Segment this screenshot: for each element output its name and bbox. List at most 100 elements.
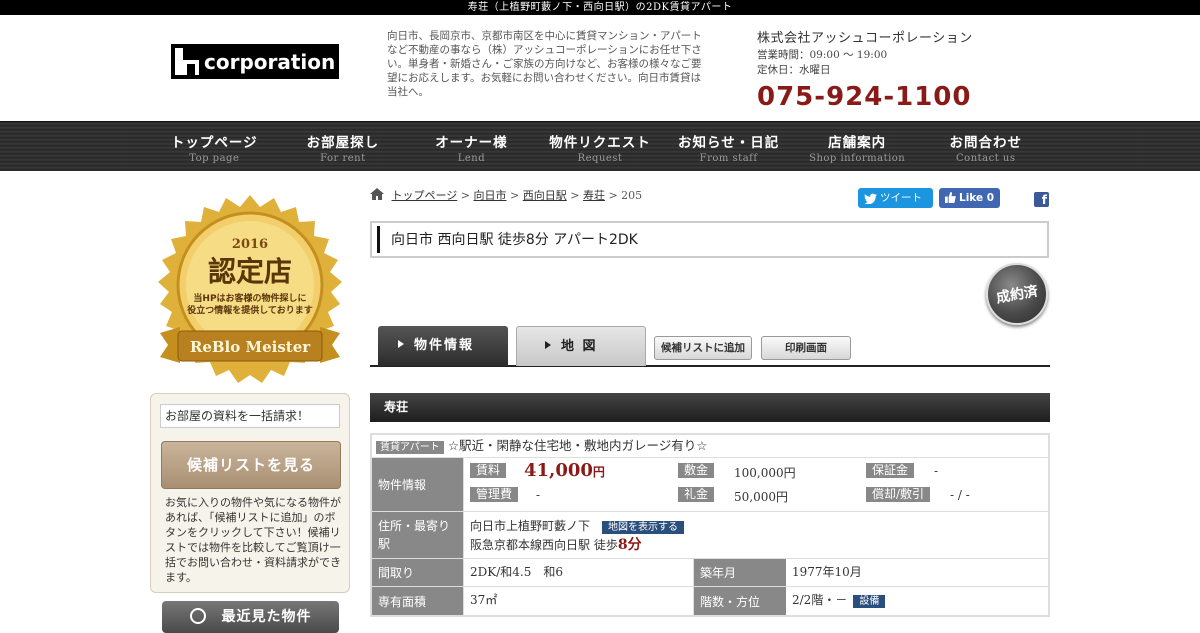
business-hours: 営業時間：09:00 ～ 19:00	[757, 49, 888, 61]
nav-for-rent[interactable]: お部屋探し For rent	[279, 122, 408, 172]
facebook-icon[interactable]: f	[1034, 192, 1049, 207]
tab-property-info[interactable]: 物件情報	[378, 326, 508, 366]
breadcrumb-station[interactable]: 西向日駅	[523, 189, 567, 202]
tab-label: 地 図	[561, 339, 598, 354]
type-tag: 賃貸アパート	[376, 441, 444, 454]
rent-label: 賃料	[470, 463, 507, 478]
nav-news[interactable]: お知らせ・日記 From staff	[664, 122, 793, 172]
nav-sublabel: Shop information	[809, 153, 906, 164]
recently-viewed-button[interactable]: 最近見た物件	[162, 601, 339, 633]
table-row: 物件情報 賃料 41,000円 敷金 100,000円 保証金 - 管理費 - …	[372, 458, 1048, 512]
badge-title: 認定店	[208, 255, 292, 288]
guarantee-value: -	[934, 464, 939, 478]
closed-days: 定休日：水曜日	[757, 64, 831, 76]
label-floor: 階数・方位	[694, 587, 786, 615]
breadcrumb: トップページ > 向日市 > 西向日駅 > 寿荘 > 205	[370, 187, 642, 203]
rent-amount: 41,000	[524, 460, 593, 481]
layout-value: 2DK/和4.5 和6	[464, 559, 694, 586]
print-view-button[interactable]: 印刷画面	[761, 336, 851, 360]
label-built: 築年月	[694, 559, 786, 586]
home-icon	[370, 188, 384, 200]
candidate-list-box: お部屋の資料を一括請求！ 候補リストを見る お気に入りの物件や気になる物件があれ…	[150, 393, 350, 593]
logo-mark-icon	[171, 44, 203, 79]
twitter-bird-icon	[864, 193, 877, 204]
deposit-value: 100,000円	[734, 466, 796, 480]
address-cell: 向日市上植野町藪ノ下 地図を表示する 阪急京都本線西向日駅 徒歩8分	[464, 512, 1048, 558]
mgmt-label: 管理費	[470, 487, 519, 502]
nav-contact[interactable]: お問合わせ Contact us	[921, 122, 1050, 172]
breadcrumb-sep: >	[460, 189, 470, 202]
amortization-label: 償却/敷引	[866, 487, 931, 502]
thumbs-up-icon	[945, 192, 956, 203]
breadcrumb-sep: >	[510, 189, 520, 202]
nav-label: お知らせ・日記	[677, 135, 780, 151]
breadcrumb-top[interactable]: トップページ	[392, 189, 458, 202]
mgmt-value: -	[536, 488, 541, 502]
nav-sublabel: For rent	[320, 153, 366, 164]
table-row: 専有面積 37㎡ 階数・方位 2/2階・－ 設備	[372, 587, 1048, 615]
nav-sublabel: Contact us	[956, 153, 1016, 164]
rent-unit: 円	[592, 465, 605, 479]
badge-ribbon-right	[320, 327, 340, 363]
badge-ribbon	[160, 327, 180, 363]
recently-viewed-label: 最近見た物件	[221, 609, 312, 625]
table-row: 住所・最寄り駅 向日市上植野町藪ノ下 地図を表示する 阪急京都本線西向日駅 徒歩8…	[372, 512, 1048, 559]
guarantee-label: 保証金	[866, 463, 915, 478]
nav-label: 店舗案内	[828, 135, 887, 151]
address-value: 向日市上植野町藪ノ下	[470, 519, 591, 533]
show-map-button[interactable]: 地図を表示する	[602, 521, 685, 534]
station-value: 阪急京都本線西向日駅 徒歩	[470, 538, 618, 552]
catch-copy: ☆駅近・閑静な住宅地・敷地内ガレージ有り☆	[447, 438, 708, 453]
social-buttons: ツイート Like 0	[858, 188, 1000, 208]
contracted-stamp-text: 成約済	[995, 283, 1040, 307]
nav-shop[interactable]: 店舗案内 Shop information	[793, 122, 922, 172]
table-row: 賃貸アパート ☆駅近・閑静な住宅地・敷地内ガレージ有り☆	[372, 435, 1048, 458]
tweet-label: ツイート	[880, 192, 922, 204]
tab-map[interactable]: 地 図	[516, 326, 646, 366]
certified-store-badge: 2016 認定店 当HPはお客様の物件探しに 役立つ情報を提供しております Re…	[158, 195, 342, 383]
badge-line1: 当HPはお客様の物件探しに	[193, 292, 306, 304]
contracted-stamp: 成約済	[986, 263, 1048, 325]
breadcrumb-building[interactable]: 寿荘	[583, 189, 605, 202]
site-intro: 向日市、長岡京市、京都市南区を中心に賃貸マンション・アパートなど不動産の事なら（…	[387, 30, 702, 98]
property-title-text: 向日市 西向日駅 徒歩8分 アパート2DK	[391, 232, 638, 248]
clock-icon	[189, 608, 206, 624]
built-value: 1977年10月	[792, 565, 862, 579]
equipment-button[interactable]: 設備	[853, 595, 886, 608]
area-value: 37㎡	[464, 587, 694, 615]
nav-label: トップページ	[170, 135, 258, 151]
triangle-right-icon	[545, 341, 551, 349]
amortization-value: - / -	[950, 488, 970, 502]
tweet-button[interactable]: ツイート	[858, 188, 933, 208]
label-info: 物件情報	[372, 458, 464, 511]
property-table: 賃貸アパート ☆駅近・閑静な住宅地・敷地内ガレージ有り☆ 物件情報 賃料 41,0…	[370, 433, 1050, 617]
nav-sublabel: From staff	[699, 153, 758, 164]
add-to-candidates-button[interactable]: 候補リストに追加	[654, 336, 752, 360]
site-logo[interactable]: corporation	[171, 44, 339, 79]
label-address: 住所・最寄り駅	[372, 512, 464, 558]
nav-label: お問合わせ	[949, 135, 1022, 151]
property-name-heading: 寿荘	[370, 393, 1050, 422]
facebook-like-button[interactable]: Like 0	[939, 188, 1000, 208]
nav-label: 物件リクエスト	[549, 135, 651, 151]
nav-top[interactable]: トップページ Top page	[150, 122, 279, 172]
badge-ribbon-text: ReBlo Meister	[190, 338, 311, 356]
company-name: 株式会社アッシュコーポレーション	[757, 31, 973, 46]
phone-number[interactable]: 075-924-1100	[757, 82, 1037, 112]
nav-label: オーナー様	[435, 135, 508, 151]
nav-request[interactable]: 物件リクエスト Request	[536, 122, 665, 172]
nav-label: お部屋探し	[306, 135, 380, 151]
breadcrumb-sep: >	[608, 189, 618, 202]
key-money-label: 礼金	[678, 487, 715, 502]
nav-owner[interactable]: オーナー様 Lend	[407, 122, 536, 172]
key-money-value: 50,000円	[734, 490, 788, 504]
breadcrumb-sep: >	[570, 189, 580, 202]
label-layout: 間取り	[372, 559, 464, 586]
view-candidate-list-button[interactable]: 候補リストを見る	[161, 441, 341, 489]
fees-cell: 賃料 41,000円 敷金 100,000円 保証金 - 管理費 - 礼金 50…	[464, 458, 1048, 511]
site-header: corporation 向日市、長岡京市、京都市南区を中心に賃貸マンション・アパ…	[0, 15, 1200, 121]
nav-sublabel: Request	[577, 153, 623, 164]
label-area: 専有面積	[372, 587, 464, 615]
logo-text: corporation	[204, 49, 336, 74]
breadcrumb-city[interactable]: 向日市	[474, 189, 507, 202]
